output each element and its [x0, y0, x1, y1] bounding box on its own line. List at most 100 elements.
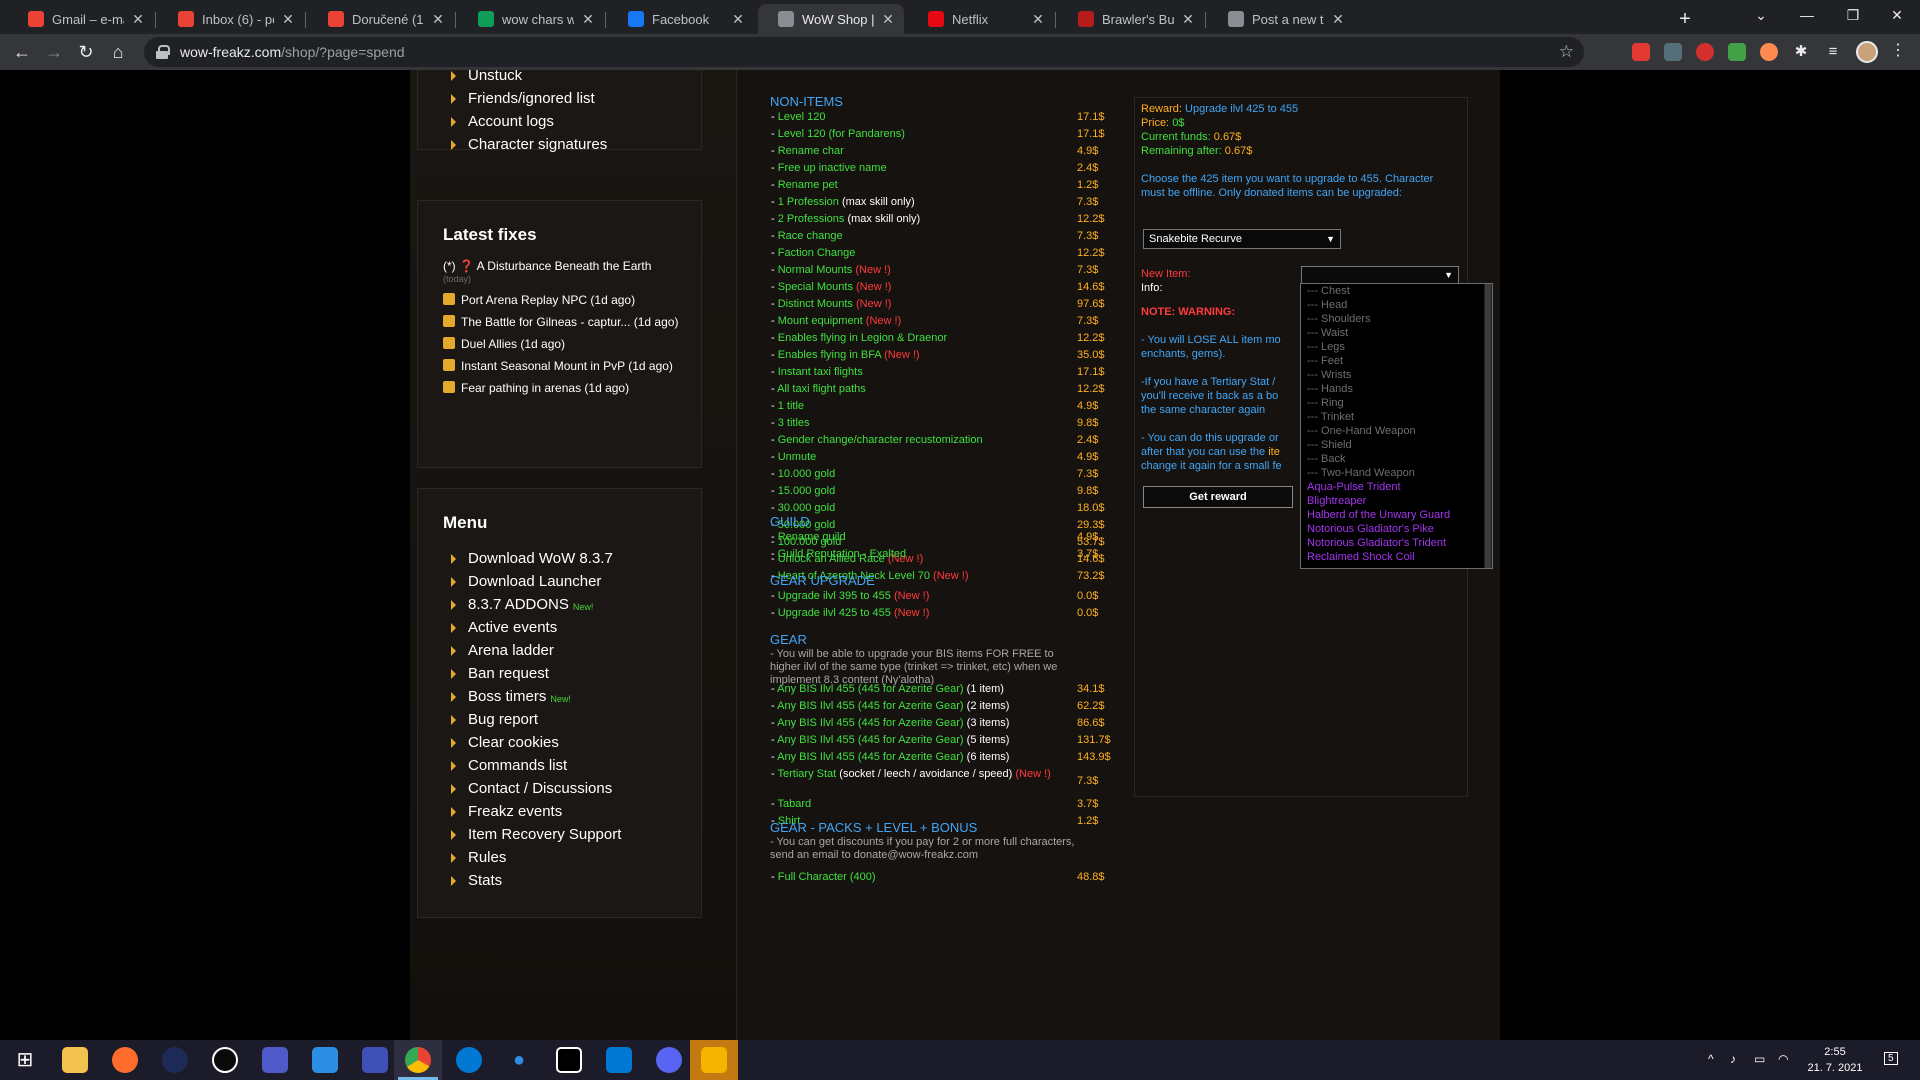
close-tab-icon[interactable]: ✕	[580, 11, 596, 27]
shop-item-row[interactable]: - Level 120 (for Pandarens) 17.1$	[771, 127, 1111, 141]
menu-item[interactable]: Boss timers New!	[418, 685, 701, 708]
notification-center-icon[interactable]: 5	[1884, 1052, 1898, 1065]
windows-start-icon[interactable]: ⊞	[12, 1047, 38, 1073]
adblock-extension-icon[interactable]	[1696, 43, 1714, 61]
back-arrow-icon[interactable]: ←	[8, 38, 36, 66]
dropdown-item-option[interactable]: Aqua-Pulse Trident	[1301, 480, 1492, 494]
chrome-icon[interactable]	[405, 1047, 431, 1073]
home-icon[interactable]: ⌂	[104, 38, 132, 66]
close-tab-icon[interactable]: ✕	[730, 11, 746, 27]
menu-item[interactable]: Contact / Discussions	[418, 777, 701, 800]
maps-pin-icon[interactable]: ●	[506, 1047, 532, 1073]
account-menu-item[interactable]: Account logs	[418, 110, 701, 133]
menu-item[interactable]: Stats	[418, 869, 701, 892]
dropdown-scrollbar[interactable]	[1484, 284, 1492, 568]
shield-extension-icon[interactable]	[1664, 43, 1682, 61]
menu-item[interactable]: Arena ladder	[418, 639, 701, 662]
shop-item-row[interactable]: - Race change 7.3$	[771, 229, 1111, 243]
shop-item-row[interactable]: - Unmute 4.9$	[771, 450, 1111, 464]
shop-item-row[interactable]: - Gender change/character recustomizatio…	[771, 433, 1111, 447]
browser-tab[interactable]: Brawler's Burly Mushan ✕	[1058, 4, 1204, 34]
fox-extension-icon[interactable]	[1760, 43, 1778, 61]
latest-fix-item[interactable]: Instant Seasonal Mount in PvP (1d ago)	[418, 359, 701, 373]
skype-icon[interactable]	[456, 1047, 482, 1073]
browser-tab[interactable]: Gmail – e-mail od Goo ✕	[8, 4, 154, 34]
new-tab-button[interactable]: +	[1672, 6, 1698, 32]
forward-arrow-icon[interactable]: →	[40, 38, 68, 66]
shop-item-row[interactable]: - All taxi flight paths 12.2$	[771, 382, 1111, 396]
close-tab-icon[interactable]: ✕	[880, 11, 896, 27]
latest-fix-item[interactable]: (*) ❓ A Disturbance Beneath the Earth (to…	[418, 259, 701, 285]
shop-item-row[interactable]: - 2 Professions (max skill only) 12.2$	[771, 212, 1111, 226]
browser-tab[interactable]: Netflix ✕	[908, 4, 1054, 34]
volume-icon[interactable]: ♪	[1730, 1052, 1736, 1066]
menu-item[interactable]: Bug report	[418, 708, 701, 731]
new-item-dropdown-list[interactable]: --- Chest --- Head --- Shoulders --- Waist -…	[1300, 283, 1493, 569]
profile-avatar[interactable]	[1856, 41, 1878, 63]
security-extension-icon[interactable]	[1728, 43, 1746, 61]
get-reward-button[interactable]: Get reward	[1143, 486, 1293, 508]
tab-search-icon[interactable]: ⌄	[1738, 0, 1784, 30]
shop-item-row[interactable]: - Faction Change 12.2$	[771, 246, 1111, 260]
clock[interactable]: 2:55 21. 7. 2021	[1800, 1044, 1870, 1076]
shop-item-row[interactable]: - Any BIS Ilvl 455 (445 for Azerite Gear…	[771, 733, 1111, 747]
account-menu-item[interactable]: Unstuck	[418, 70, 701, 87]
browser-tab[interactable]: Post a new topic | wo ✕	[1208, 4, 1354, 34]
browser-tab[interactable]: wow chars weekly - Ta ✕	[458, 4, 604, 34]
shop-item-row[interactable]: - Enables flying in Legion & Draenor 12.2…	[771, 331, 1111, 345]
shop-item-row[interactable]: - Level 120 17.1$	[771, 110, 1111, 124]
bookmark-star-icon[interactable]: ☆	[1559, 42, 1574, 62]
latest-fix-item[interactable]: Fear pathing in arenas (1d ago)	[418, 381, 701, 395]
menu-item[interactable]: Ban request	[418, 662, 701, 685]
dropdown-item-option[interactable]: Blightreaper	[1301, 494, 1492, 508]
browser-tab[interactable]: WoW Shop | WoW Fre ✕	[758, 4, 904, 34]
close-tab-icon[interactable]: ✕	[430, 11, 446, 27]
close-tab-icon[interactable]: ✕	[1330, 11, 1346, 27]
menu-item[interactable]: Rules	[418, 846, 701, 869]
shop-item-row[interactable]: - Upgrade ilvl 395 to 455 (New !) 0.0$	[771, 589, 1111, 603]
browser-tab[interactable]: Facebook ✕	[608, 4, 754, 34]
discord-icon[interactable]	[656, 1047, 682, 1073]
latest-fix-item[interactable]: The Battle for Gilneas - captur... (1d a…	[418, 315, 701, 329]
close-tab-icon[interactable]: ✕	[130, 11, 146, 27]
menu-item[interactable]: Item Recovery Support	[418, 823, 701, 846]
shop-item-row[interactable]: - Free up inactive name 2.4$	[771, 161, 1111, 175]
mail-icon[interactable]	[312, 1047, 338, 1073]
dropdown-item-option[interactable]: Reclaimed Shock Coil	[1301, 550, 1492, 564]
shop-item-row[interactable]: - 30.000 gold 18.0$	[771, 501, 1111, 515]
shop-item-row[interactable]: - Any BIS Ilvl 455 (445 for Azerite Gear…	[771, 750, 1111, 764]
wifi-icon[interactable]: ◠	[1778, 1052, 1788, 1066]
shop-item-row[interactable]: - Normal Mounts (New !) 7.3$	[771, 263, 1111, 277]
shop-item-row[interactable]: - 3 titles 9.8$	[771, 416, 1111, 430]
account-menu-item[interactable]: Friends/ignored list	[418, 87, 701, 110]
menu-item[interactable]: Download WoW 8.3.7	[418, 547, 701, 570]
postman-icon[interactable]	[112, 1047, 138, 1073]
youtube-extension-icon[interactable]	[1632, 43, 1650, 61]
menu-item[interactable]: Clear cookies	[418, 731, 701, 754]
maximize-button[interactable]: ❐	[1830, 0, 1876, 30]
tray-expand-icon[interactable]: ^	[1708, 1052, 1714, 1066]
shop-item-row[interactable]: - Rename guild 4.9$	[771, 530, 1111, 544]
dropdown-item-option[interactable]: Notorious Gladiator's Trident	[1301, 536, 1492, 550]
shop-item-row[interactable]: - Rename pet 1.2$	[771, 178, 1111, 192]
onepassword-icon[interactable]	[212, 1047, 238, 1073]
shop-item-row[interactable]: - Special Mounts (New !) 14.6$	[771, 280, 1111, 294]
battlenet-icon[interactable]	[162, 1047, 188, 1073]
latest-fix-item[interactable]: Port Arena Replay NPC (1d ago)	[418, 293, 701, 307]
shop-item-row[interactable]: - Upgrade ilvl 425 to 455 (New !) 0.0$	[771, 606, 1111, 620]
lock-app-icon[interactable]	[701, 1047, 727, 1073]
shop-item-row[interactable]: - Any BIS Ilvl 455 (445 for Azerite Gear…	[771, 682, 1111, 696]
battery-icon[interactable]: ▭	[1754, 1052, 1765, 1066]
account-menu-item[interactable]: Character signatures	[418, 133, 701, 156]
reading-list-icon[interactable]: ≡	[1824, 43, 1842, 61]
dropdown-item-option[interactable]: Notorious Gladiator's Pike	[1301, 522, 1492, 536]
shop-item-row[interactable]: - Distinct Mounts (New !) 97.6$	[771, 297, 1111, 311]
shop-item-row[interactable]: - Enables flying in BFA (New !) 35.0$	[771, 348, 1111, 362]
latest-fix-item[interactable]: Duel Allies (1d ago)	[418, 337, 701, 351]
browser-tab[interactable]: Doručené (125) - pe.m ✕	[308, 4, 454, 34]
item-select-dropdown[interactable]: Snakebite Recurve ▼	[1143, 229, 1341, 249]
shop-item-row[interactable]: - 1 title 4.9$	[771, 399, 1111, 413]
shop-item-row[interactable]: - Tertiary Stat (socket / leech / avoida…	[771, 767, 1111, 787]
jetbrains-icon[interactable]	[556, 1047, 582, 1073]
shop-item-row[interactable]: - Instant taxi flights 17.1$	[771, 365, 1111, 379]
